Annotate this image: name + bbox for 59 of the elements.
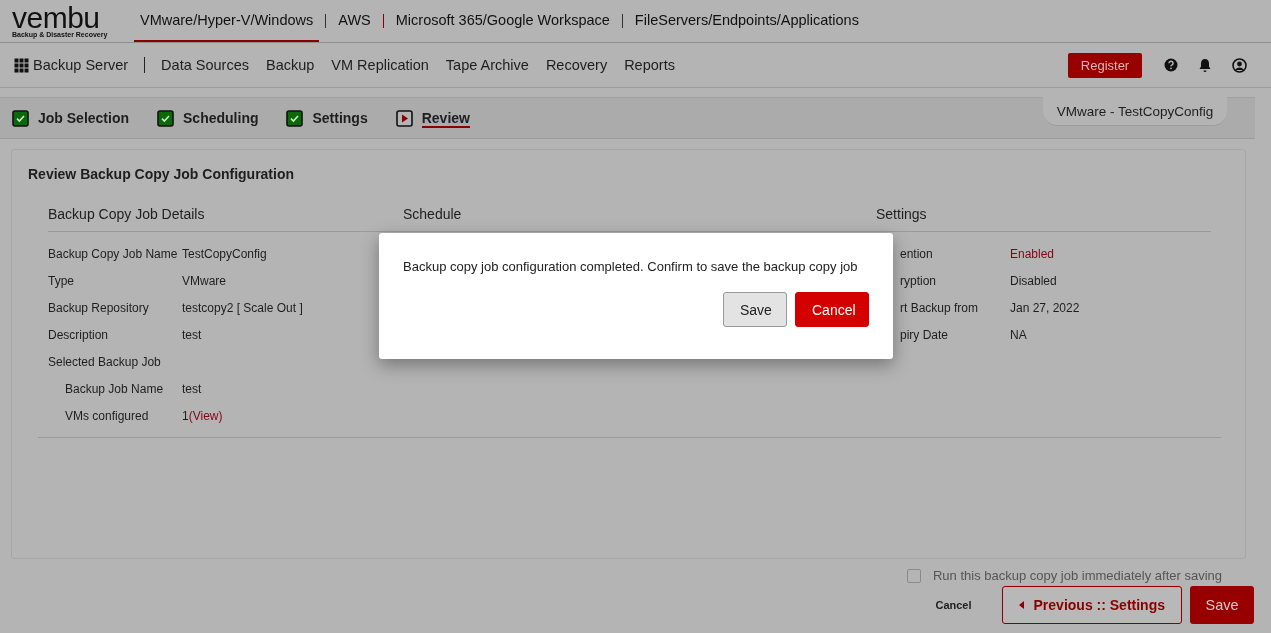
checkbox[interactable] [906, 568, 921, 583]
cancel-button[interactable]: Cancel [929, 598, 978, 612]
field-value: Disabled [1010, 273, 1057, 288]
product-tab[interactable]: FileServers/Endpoints/Applications [628, 0, 865, 42]
field-value: VMware [182, 273, 226, 288]
field-value: Jan 27, 2022 [1010, 300, 1080, 315]
field-value: 1 [182, 408, 189, 423]
wizard-step[interactable]: Job Selection [12, 108, 130, 128]
field-value: test [182, 381, 202, 396]
section-title: Review Backup Copy Job Configuration [28, 166, 296, 182]
help-icon[interactable] [1164, 58, 1178, 72]
caret-icon [1018, 601, 1024, 609]
field-label: ryption [899, 273, 938, 288]
checkbox-checked-icon [286, 109, 304, 127]
save-button[interactable]: Save [723, 292, 787, 327]
field-value: test [182, 327, 202, 342]
dialog-message: Backup copy job configuration completed. Confirm to save the backup copy job [403, 259, 859, 274]
field-label: Backup Copy Job Name [48, 246, 179, 261]
field-label: Description [48, 327, 110, 342]
checkbox-checked-icon [157, 109, 175, 127]
group-label: Selected Backup Job [48, 354, 161, 369]
field-value: testcopy2 [ Scale Out ] [182, 300, 303, 315]
product-tab[interactable]: Microsoft 365/Google Workspace [389, 0, 616, 42]
field-value: Enabled [1010, 246, 1055, 261]
column-heading: Schedule [403, 206, 876, 232]
nav-link[interactable]: Backup [265, 57, 315, 73]
column-heading: Backup Copy Job Details [48, 206, 403, 232]
view-link[interactable]: (View) [188, 408, 223, 423]
checkbox-label: Run this backup copy job immediately after saving [932, 568, 1222, 583]
column-heading: Settings [876, 206, 1211, 232]
grid-icon[interactable] [14, 57, 29, 73]
nav-link[interactable]: Reports [624, 57, 675, 73]
bell-icon[interactable] [1198, 57, 1212, 73]
field-label: Type [48, 273, 75, 288]
nav-link[interactable]: Tape Archive [445, 57, 529, 73]
backup-server-menu[interactable]: Backup Server [14, 57, 129, 73]
field-value: TestCopyConfig [182, 246, 267, 261]
play-icon [395, 109, 413, 127]
product-tab[interactable]: VMware/Hyper-V/Windows [134, 0, 320, 42]
field-label: VMs configured [64, 408, 150, 423]
field-label: Backup Repository [48, 300, 150, 315]
wizard-step[interactable]: Settings [286, 108, 368, 128]
field-label: rt Backup from [899, 300, 980, 315]
nav-link[interactable]: Recovery [545, 57, 608, 73]
nav-link[interactable]: Data Sources [161, 57, 249, 73]
register-button[interactable]: Register [1068, 52, 1142, 78]
field-label: Backup Job Name [64, 381, 165, 396]
wizard-step[interactable]: Review [395, 108, 470, 128]
field-value: NA [1010, 327, 1027, 342]
wizard-step[interactable]: Scheduling [157, 108, 259, 128]
cancel-button[interactable]: Cancel [795, 292, 869, 327]
product-tab[interactable]: AWS [332, 0, 377, 42]
previous-button[interactable]: Previous :: Settings [1001, 586, 1182, 624]
nav-link[interactable]: VM Replication [331, 57, 429, 73]
user-icon[interactable] [1232, 57, 1247, 73]
field-label: piry Date [899, 327, 950, 342]
save-button[interactable]: Save [1190, 586, 1254, 624]
field-label: ention [899, 246, 934, 261]
checkbox-checked-icon [12, 109, 29, 127]
